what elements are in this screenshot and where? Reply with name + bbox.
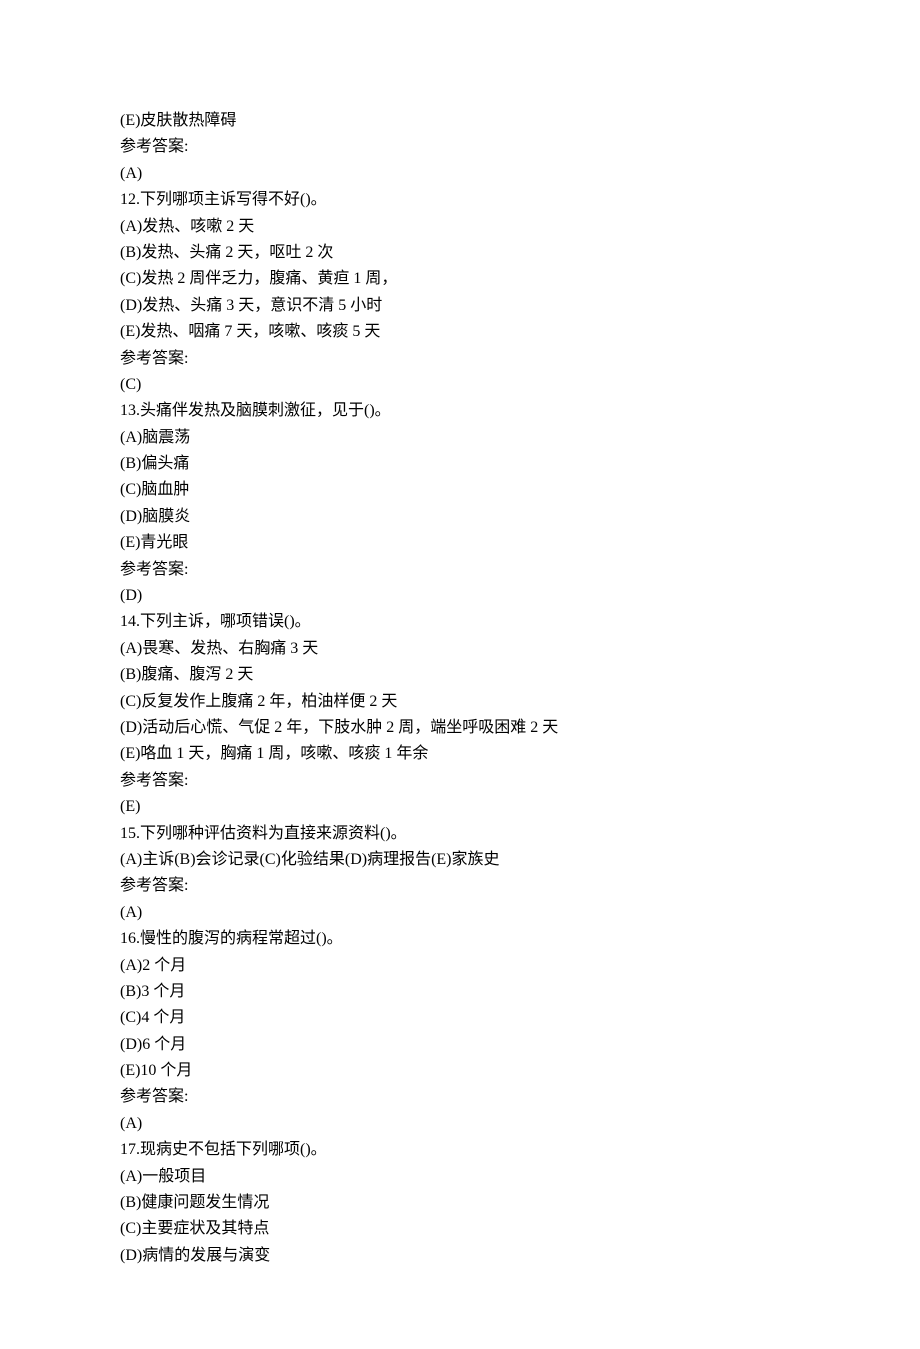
option-e: (E)青光眼 [120, 530, 800, 556]
answer-label: 参考答案: [120, 768, 800, 794]
option-d: (D)6 个月 [120, 1032, 800, 1058]
answer-value: (D) [120, 583, 800, 609]
option-d: (D)发热、头痛 3 天，意识不清 5 小时 [120, 293, 800, 319]
question-text: 13.头痛伴发热及脑膜刺激征，见于()。 [120, 398, 800, 424]
question-text: 16.慢性的腹泻的病程常超过()。 [120, 926, 800, 952]
answer-label: 参考答案: [120, 873, 800, 899]
answer-value: (E) [120, 794, 800, 820]
answer-value: (A) [120, 900, 800, 926]
option-d: (D)病情的发展与演变 [120, 1243, 800, 1269]
question-text: 12.下列哪项主诉写得不好()。 [120, 187, 800, 213]
option-c: (C)脑血肿 [120, 477, 800, 503]
option-a: (A)畏寒、发热、右胸痛 3 天 [120, 636, 800, 662]
answer-label: 参考答案: [120, 1084, 800, 1110]
option-b: (B)健康问题发生情况 [120, 1190, 800, 1216]
answer-value: (C) [120, 372, 800, 398]
option-e: (E)咯血 1 天，胸痛 1 周，咳嗽、咳痰 1 年余 [120, 741, 800, 767]
option-a: (A)2 个月 [120, 953, 800, 979]
options-inline: (A)主诉(B)会诊记录(C)化验结果(D)病理报告(E)家族史 [120, 847, 800, 873]
answer-value: (A) [120, 1111, 800, 1137]
document-page: (E)皮肤散热障碍 参考答案: (A) 12.下列哪项主诉写得不好()。 (A)… [0, 0, 920, 1349]
question-text: 15.下列哪种评估资料为直接来源资料()。 [120, 821, 800, 847]
option-d: (D)脑膜炎 [120, 504, 800, 530]
option-a: (A)一般项目 [120, 1164, 800, 1190]
option-a: (A)脑震荡 [120, 425, 800, 451]
option-b: (B)偏头痛 [120, 451, 800, 477]
answer-label: 参考答案: [120, 134, 800, 160]
option-c: (C)发热 2 周伴乏力，腹痛、黄疸 1 周， [120, 266, 800, 292]
question-text: 17.现病史不包括下列哪项()。 [120, 1137, 800, 1163]
option-b: (B)3 个月 [120, 979, 800, 1005]
text-line: (E)皮肤散热障碍 [120, 108, 800, 134]
answer-label: 参考答案: [120, 346, 800, 372]
option-e: (E)10 个月 [120, 1058, 800, 1084]
option-c: (C)主要症状及其特点 [120, 1216, 800, 1242]
option-c: (C)4 个月 [120, 1005, 800, 1031]
option-a: (A)发热、咳嗽 2 天 [120, 214, 800, 240]
option-e: (E)发热、咽痛 7 天，咳嗽、咳痰 5 天 [120, 319, 800, 345]
option-b: (B)发热、头痛 2 天，呕吐 2 次 [120, 240, 800, 266]
option-c: (C)反复发作上腹痛 2 年，柏油样便 2 天 [120, 689, 800, 715]
option-d: (D)活动后心慌、气促 2 年，下肢水肿 2 周，端坐呼吸困难 2 天 [120, 715, 800, 741]
answer-value: (A) [120, 161, 800, 187]
option-b: (B)腹痛、腹泻 2 天 [120, 662, 800, 688]
answer-label: 参考答案: [120, 557, 800, 583]
question-text: 14.下列主诉，哪项错误()。 [120, 609, 800, 635]
